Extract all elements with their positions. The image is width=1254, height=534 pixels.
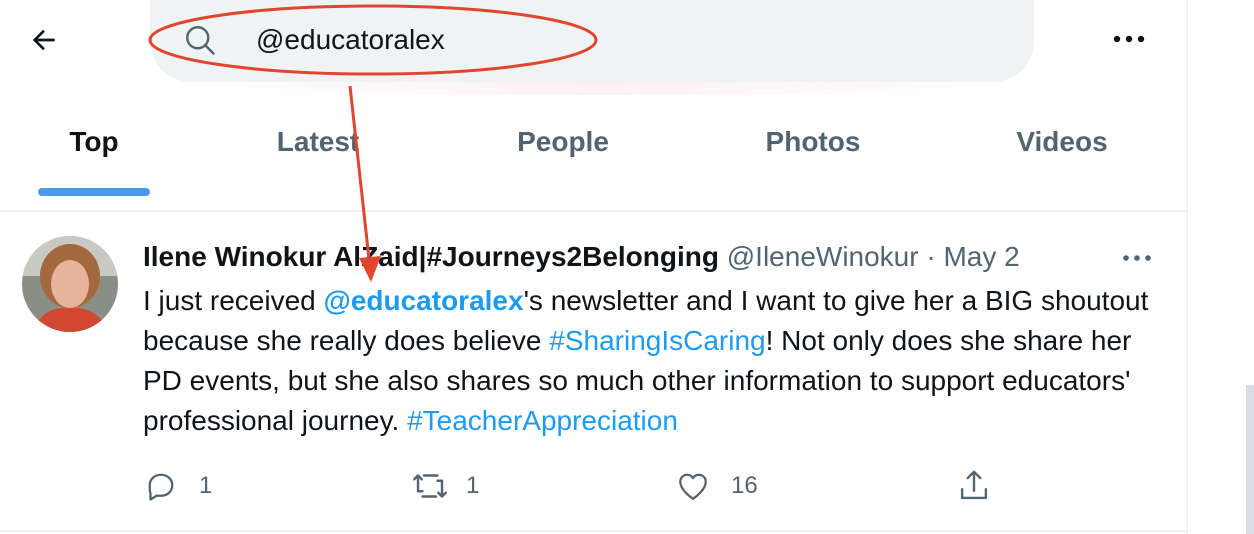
search-results-panel: @educatoralex Top Latest People Photos V… — [0, 0, 1188, 534]
avatar[interactable] — [22, 236, 118, 332]
like-button[interactable]: 16 — [675, 464, 758, 508]
like-count: 16 — [731, 472, 758, 499]
more-horizontal-icon — [1113, 35, 1145, 43]
more-horizontal-icon — [1123, 255, 1151, 261]
tab-latest[interactable]: Latest — [193, 100, 443, 196]
reply-icon — [148, 473, 174, 501]
tab-videos[interactable]: Videos — [937, 100, 1187, 196]
author-name[interactable]: Ilene Winokur AlZaid|#Journeys2Belonging — [143, 241, 719, 272]
reply-button[interactable]: 1 — [143, 464, 212, 508]
search-icon — [186, 26, 215, 55]
tweet-more-button[interactable] — [1112, 244, 1162, 272]
divider — [0, 530, 1186, 532]
hashtag-link[interactable]: #TeacherAppreciation — [407, 405, 678, 436]
right-panel-edge — [1188, 0, 1254, 534]
tweet-text-part: I just received — [143, 285, 324, 316]
tab-top[interactable]: Top — [0, 100, 219, 196]
back-button[interactable] — [22, 18, 66, 62]
hashtag-link[interactable]: #SharingIsCaring — [549, 325, 765, 356]
tweet-header: Ilene Winokur AlZaid|#Journeys2Belonging… — [143, 237, 1020, 277]
more-options-button[interactable] — [1104, 22, 1154, 56]
divider — [0, 210, 1186, 212]
tweet-date[interactable]: May 2 — [943, 241, 1019, 272]
author-handle[interactable]: @IleneWinokur — [727, 241, 919, 272]
avatar-photo — [22, 236, 118, 332]
retweet-icon — [413, 474, 447, 498]
tab-photos[interactable]: Photos — [688, 100, 938, 196]
scrollbar-track[interactable] — [1246, 385, 1254, 534]
retweet-count: 1 — [466, 472, 480, 499]
mention-link[interactable]: @educatoralex — [324, 285, 524, 316]
tweet-text: I just received @educatoralex's newslett… — [143, 281, 1153, 441]
reply-count: 1 — [199, 472, 213, 499]
meta-separator: · — [926, 241, 936, 272]
search-box[interactable]: @educatoralex — [150, 0, 1034, 82]
active-tab-indicator — [38, 188, 150, 196]
arrow-left-icon — [32, 29, 55, 51]
heart-icon — [679, 473, 707, 500]
share-button[interactable] — [955, 464, 993, 508]
search-input[interactable]: @educatoralex — [256, 20, 445, 60]
search-tabs: Top Latest People Photos Videos — [0, 100, 1186, 196]
retweet-button[interactable]: 1 — [410, 464, 479, 508]
share-icon — [960, 470, 988, 500]
tab-people[interactable]: People — [438, 100, 688, 196]
